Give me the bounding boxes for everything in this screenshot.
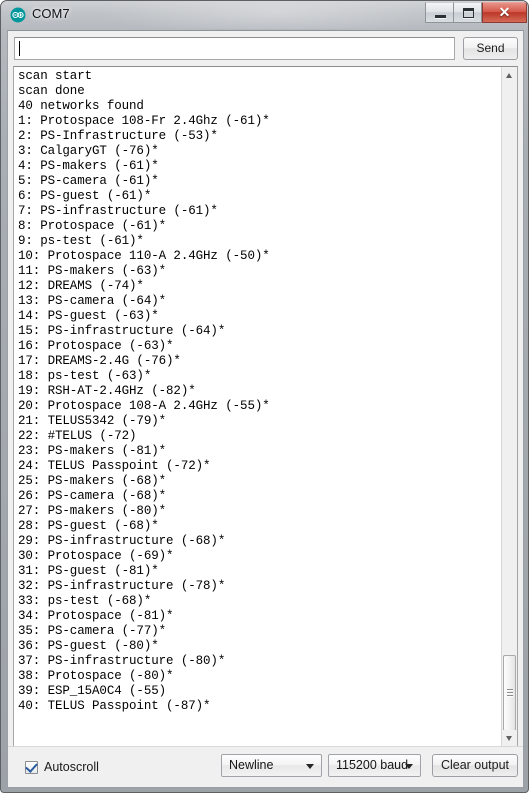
arduino-infinity-icon: [10, 7, 26, 23]
client-area: Send scan start scan done 40 networks fo…: [7, 30, 524, 788]
send-button[interactable]: Send: [463, 37, 518, 60]
send-input[interactable]: [14, 37, 455, 60]
close-icon: ✕: [498, 4, 511, 20]
maximize-button[interactable]: [453, 2, 482, 23]
console-text: scan start scan done 40 networks found 1…: [18, 69, 270, 713]
minimize-button[interactable]: [425, 2, 454, 23]
window-controls: ✕: [425, 2, 527, 24]
bottom-toolbar: Autoscroll Newline 115200 baud Clear out…: [8, 746, 523, 787]
maximize-icon: [463, 8, 474, 18]
checkmark-icon: [25, 759, 38, 773]
scrollbar-grip: [507, 689, 513, 697]
title-bar[interactable]: COM7 ✕: [1, 1, 528, 29]
text-caret: [19, 41, 20, 56]
baud-rate-value: 115200 baud: [336, 758, 409, 772]
autoscroll-checkbox[interactable]: Autoscroll: [25, 759, 99, 774]
scroll-down-arrow-icon[interactable]: [502, 730, 517, 746]
chevron-down-icon: [405, 764, 413, 769]
chevron-down-icon: [306, 764, 314, 769]
console-vertical-scrollbar[interactable]: [501, 67, 517, 746]
baud-rate-select[interactable]: 115200 baud: [328, 754, 421, 777]
scroll-up-arrow-icon[interactable]: [502, 67, 517, 83]
checkbox-box[interactable]: [25, 759, 38, 774]
close-button[interactable]: ✕: [482, 2, 527, 23]
clear-output-button[interactable]: Clear output: [432, 754, 518, 777]
line-ending-select[interactable]: Newline: [221, 754, 322, 777]
scrollbar-thumb[interactable]: [503, 655, 516, 731]
autoscroll-label: Autoscroll: [44, 760, 99, 774]
window-title: COM7: [32, 6, 70, 21]
console-output-panel[interactable]: scan start scan done 40 networks found 1…: [13, 66, 518, 747]
line-ending-value: Newline: [229, 758, 274, 772]
serial-monitor-window: COM7 ✕ Send scan start scan done 40 netw…: [0, 0, 529, 793]
send-row: Send: [8, 31, 523, 65]
minimize-icon: [435, 15, 446, 18]
toolbar-divider: [8, 746, 523, 747]
